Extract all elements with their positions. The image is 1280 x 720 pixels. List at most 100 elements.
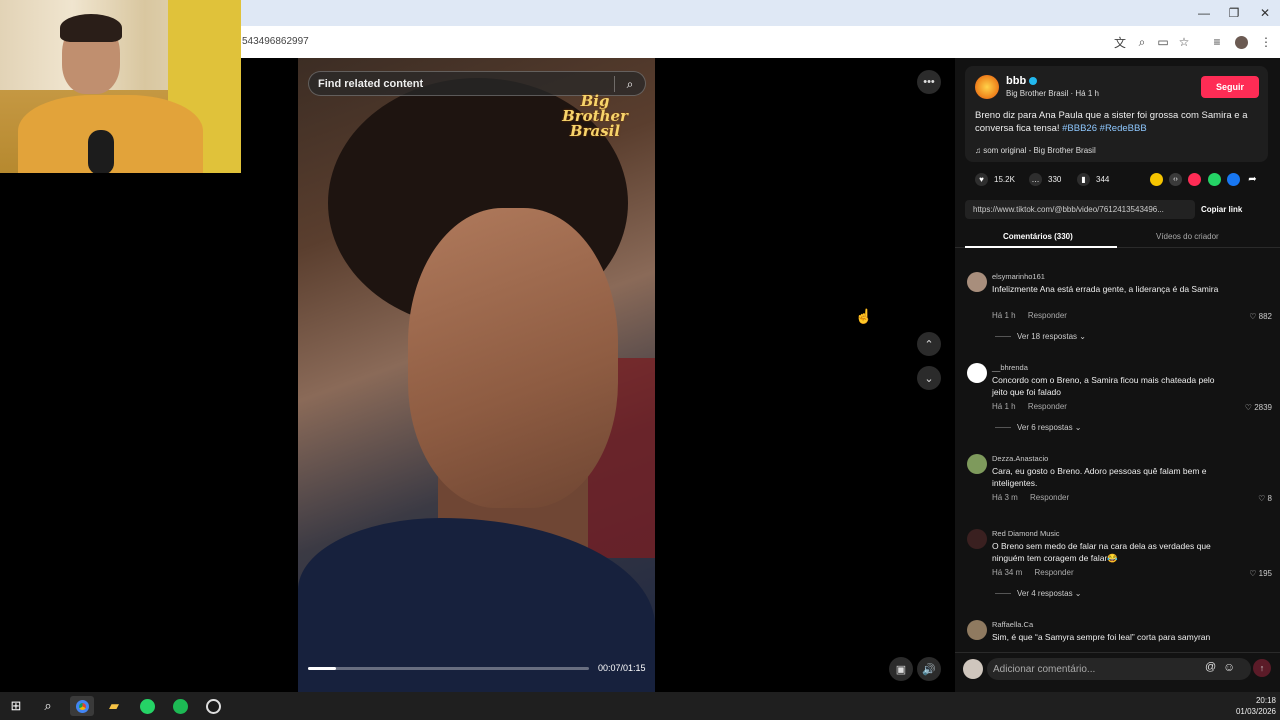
comment-like[interactable]: ♡ 882 bbox=[1249, 312, 1272, 321]
comment-avatar[interactable] bbox=[967, 620, 987, 640]
comment-like[interactable]: ♡ 8 bbox=[1258, 494, 1272, 503]
heart-icon[interactable]: ♥ bbox=[975, 173, 988, 186]
url-text[interactable]: 543496862997 bbox=[242, 36, 309, 47]
video-link[interactable]: https://www.tiktok.com/@bbb/video/761241… bbox=[973, 205, 1164, 214]
video-link-box[interactable]: https://www.tiktok.com/@bbb/video/761241… bbox=[965, 200, 1195, 219]
comment-like[interactable]: ♡ 195 bbox=[1249, 569, 1272, 578]
cast-icon[interactable]: ▭ bbox=[1155, 34, 1171, 50]
whatsapp-share-icon[interactable] bbox=[1208, 173, 1221, 186]
clock-date: 01/03/2026 bbox=[1235, 707, 1276, 716]
reply-button[interactable]: Responder bbox=[1034, 568, 1073, 577]
author-account-name[interactable]: Big Brother Brasil bbox=[1006, 89, 1068, 98]
comment-like-count: 2839 bbox=[1254, 403, 1272, 412]
clock-time: 20:18 bbox=[1255, 696, 1276, 705]
windows-taskbar: ⊞ ⌕ ▰ 20:18 01/03/2026 bbox=[0, 692, 1280, 720]
coin-share-icon[interactable] bbox=[1150, 173, 1163, 186]
more-options-icon[interactable]: ••• bbox=[917, 70, 941, 94]
reply-button[interactable]: Responder bbox=[1028, 311, 1067, 320]
comment-meta: Há 3 m Responder bbox=[992, 493, 1069, 502]
comment-avatar[interactable] bbox=[967, 454, 987, 474]
comment-like-count: 882 bbox=[1258, 312, 1272, 321]
restore-icon[interactable]: ❐ bbox=[1217, 0, 1251, 26]
pip-icon[interactable]: ▣ bbox=[889, 657, 913, 681]
comment-text: Sim, é que “a Samyra sempre foi leal” co… bbox=[992, 632, 1211, 642]
video-player[interactable] bbox=[298, 58, 655, 692]
chevron-up-icon[interactable]: ⌃ bbox=[917, 332, 941, 356]
chevron-down-icon[interactable]: ⌄ bbox=[917, 366, 941, 390]
search-icon[interactable]: ⌕ bbox=[36, 696, 60, 716]
view-replies-button[interactable]: Ver 6 respostas ⌄ bbox=[995, 423, 1082, 432]
comment-meta: Há 1 h Responder bbox=[992, 311, 1067, 320]
share-arrow-icon[interactable]: ➦ bbox=[1246, 173, 1259, 186]
comment-username[interactable]: Dezza.Anastacio bbox=[992, 454, 1048, 463]
mention-icon[interactable]: @ bbox=[1205, 661, 1216, 673]
heart-outline-icon[interactable]: ♡ bbox=[1245, 403, 1254, 412]
comment-icon[interactable]: … bbox=[1029, 173, 1042, 186]
translate-icon[interactable]: 文 bbox=[1112, 34, 1128, 50]
find-related-placeholder[interactable]: Find related content bbox=[318, 78, 423, 90]
author-username[interactable]: bbb bbox=[1006, 75, 1026, 87]
current-user-avatar bbox=[963, 659, 983, 679]
comment-like[interactable]: ♡ 2839 bbox=[1245, 403, 1272, 412]
tiktok-share-icon[interactable] bbox=[1188, 173, 1201, 186]
post-caption: Breno diz para Ana Paula que a sister fo… bbox=[975, 109, 1259, 135]
active-tab-indicator bbox=[965, 246, 1117, 248]
webcam-overlay bbox=[0, 0, 241, 173]
reply-button[interactable]: Responder bbox=[1030, 493, 1069, 502]
volume-icon[interactable]: 🔊 bbox=[917, 657, 941, 681]
close-icon[interactable]: ✕ bbox=[1248, 0, 1280, 26]
zoom-icon[interactable]: ⌕ bbox=[1134, 34, 1150, 50]
comment-username[interactable]: elsymarinho161 bbox=[992, 272, 1045, 281]
tab-creator-videos[interactable]: Vídeos do criador bbox=[1156, 232, 1219, 241]
comment-text: Infelizmente Ana está errada gente, a li… bbox=[992, 284, 1219, 294]
spotify-icon[interactable] bbox=[168, 696, 192, 716]
view-replies-button[interactable]: Ver 18 respostas ⌄ bbox=[995, 332, 1086, 341]
menu-icon[interactable]: ⋮ bbox=[1258, 34, 1274, 50]
facebook-share-icon[interactable] bbox=[1227, 173, 1240, 186]
hashtag-link[interactable]: #BBB26 bbox=[1062, 123, 1097, 134]
bookmark-icon[interactable]: ▮ bbox=[1077, 173, 1090, 186]
copy-link-button[interactable]: Copiar link bbox=[1201, 205, 1242, 214]
divider bbox=[614, 76, 615, 92]
search-icon[interactable]: ⌕ bbox=[621, 75, 639, 93]
comment-username[interactable]: Red Diamond Music bbox=[992, 529, 1060, 538]
sound-link[interactable]: ♫ som original - Big Brother Brasil bbox=[975, 146, 1096, 155]
video-progress-bar[interactable] bbox=[308, 667, 589, 670]
system-clock[interactable]: 20:18 01/03/2026 bbox=[1236, 695, 1276, 717]
send-button[interactable]: ↑ bbox=[1253, 659, 1271, 677]
video-progress-fill bbox=[308, 667, 337, 670]
comment-avatar[interactable] bbox=[967, 272, 987, 292]
chrome-icon[interactable] bbox=[70, 696, 94, 716]
like-button[interactable]: ♥ 15.2K bbox=[975, 173, 1015, 186]
hashtag-link[interactable]: #RedeBBB bbox=[1100, 123, 1147, 134]
embed-icon[interactable]: ‹› bbox=[1169, 173, 1182, 186]
comment-username[interactable]: Raffaella.Ca bbox=[992, 620, 1033, 629]
sound-name[interactable]: som original - Big Brother Brasil bbox=[983, 146, 1095, 155]
comment-username[interactable]: __bhrenda bbox=[992, 363, 1028, 372]
author-avatar[interactable] bbox=[975, 75, 999, 99]
comment-avatar[interactable] bbox=[967, 363, 987, 383]
view-replies-button[interactable]: Ver 4 respostas ⌄ bbox=[995, 589, 1082, 598]
profile-icon[interactable] bbox=[1233, 34, 1249, 50]
follow-button[interactable]: Seguir bbox=[1201, 76, 1259, 98]
obs-icon[interactable] bbox=[201, 696, 225, 716]
file-explorer-icon[interactable]: ▰ bbox=[102, 696, 126, 716]
comments-list[interactable]: elsymarinho161 Infelizmente Ana está err… bbox=[955, 268, 1280, 646]
heart-outline-icon[interactable]: ♡ bbox=[1249, 312, 1258, 321]
reading-list-icon[interactable]: ≡ bbox=[1209, 34, 1225, 50]
microphone bbox=[88, 130, 114, 173]
comment-button[interactable]: … 330 bbox=[1029, 173, 1061, 186]
comment-count: 330 bbox=[1048, 175, 1062, 184]
heart-outline-icon[interactable]: ♡ bbox=[1258, 494, 1267, 503]
star-icon[interactable]: ☆ bbox=[1176, 34, 1192, 50]
music-note-icon: ♫ bbox=[975, 146, 984, 155]
comment-avatar[interactable] bbox=[967, 529, 987, 549]
reply-button[interactable]: Responder bbox=[1028, 402, 1067, 411]
save-button[interactable]: ▮ 344 bbox=[1077, 173, 1109, 186]
emoji-icon[interactable]: ☺ bbox=[1223, 660, 1235, 674]
whatsapp-icon[interactable] bbox=[135, 696, 159, 716]
tab-comments[interactable]: Comentários (330) bbox=[1003, 232, 1073, 241]
heart-outline-icon[interactable]: ♡ bbox=[1249, 569, 1258, 578]
windows-start-icon[interactable]: ⊞ bbox=[4, 696, 28, 716]
minimize-icon[interactable]: — bbox=[1187, 0, 1221, 26]
